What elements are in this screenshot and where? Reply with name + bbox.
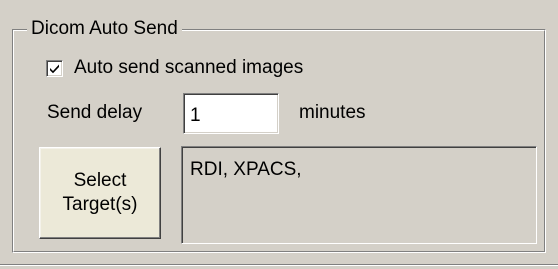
- minutes-label: minutes: [299, 102, 366, 123]
- select-targets-label-line2: Target(s): [62, 194, 138, 215]
- auto-send-checkbox-row[interactable]: Auto send scanned images: [46, 57, 303, 79]
- outer-frame-edge: [0, 264, 558, 269]
- checkmark-icon: [50, 64, 59, 73]
- auto-send-checkbox[interactable]: [46, 59, 63, 77]
- select-targets-button-label: Select Target(s): [63, 169, 138, 217]
- send-delay-input[interactable]: [183, 93, 279, 134]
- auto-send-label: Auto send scanned images: [74, 57, 304, 78]
- groupbox-title: Dicom Auto Send: [27, 17, 182, 41]
- send-delay-label: Send delay: [47, 102, 143, 123]
- selected-targets-display: RDI, XPACS,: [181, 146, 537, 244]
- select-targets-button[interactable]: Select Target(s): [39, 147, 161, 239]
- select-targets-label-line1: Select: [73, 170, 127, 191]
